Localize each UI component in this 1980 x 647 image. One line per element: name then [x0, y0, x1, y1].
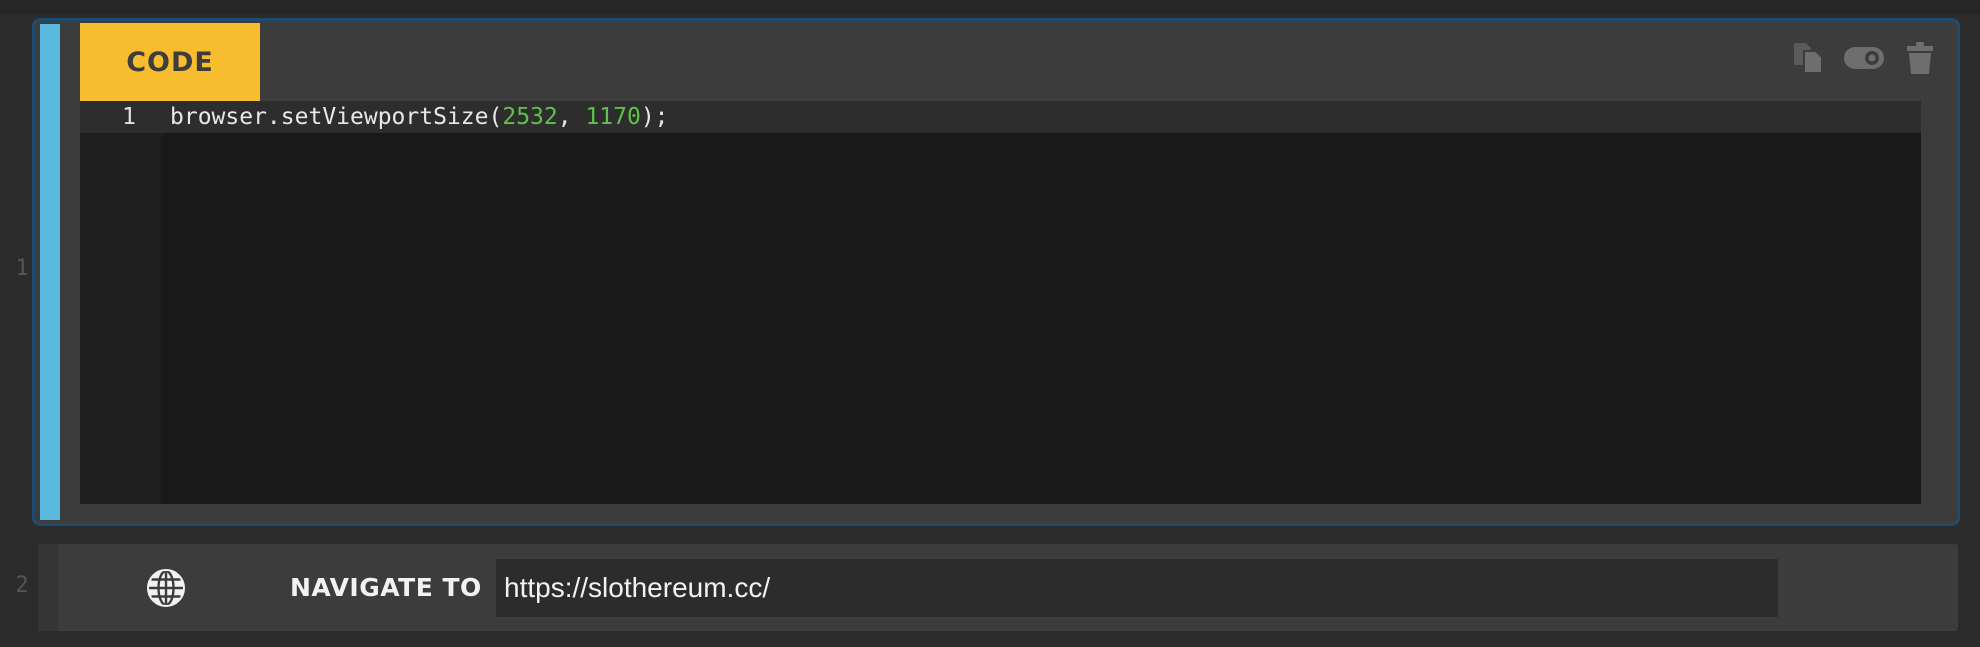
step-number-2: 2: [15, 573, 29, 598]
code-number-token: 2532: [502, 104, 558, 130]
step-type-badge: CODE: [80, 23, 260, 101]
code-token: browser.setViewportSize(: [170, 104, 503, 130]
copy-icon[interactable]: [1791, 41, 1825, 75]
code-line[interactable]: browser.setViewportSize(2532, 1170);: [170, 101, 669, 133]
line-number: 1: [122, 104, 136, 130]
trash-icon[interactable]: [1903, 41, 1937, 75]
step-type-label: CODE: [126, 46, 214, 78]
globe-icon: [147, 569, 185, 607]
step-toolbar: [1791, 41, 1937, 75]
editor-gutter: [80, 101, 162, 504]
navigate-label: NAVIGATE TO: [290, 573, 482, 602]
toggle-icon[interactable]: [1843, 41, 1885, 75]
code-number-token: 1170: [585, 104, 641, 130]
step-accent-bar: [40, 24, 60, 520]
code-step[interactable]: CODE 1 browser.setViewportSize(2532, 117…: [32, 18, 1960, 526]
code-token: ,: [557, 104, 586, 130]
url-input[interactable]: [496, 559, 1778, 617]
top-strip: [0, 0, 1980, 14]
step-accent-bar: [38, 544, 58, 631]
code-editor[interactable]: 1 browser.setViewportSize(2532, 1170);: [80, 101, 1921, 504]
navigate-step[interactable]: NAVIGATE TO: [38, 544, 1958, 631]
code-token: );: [640, 104, 669, 130]
